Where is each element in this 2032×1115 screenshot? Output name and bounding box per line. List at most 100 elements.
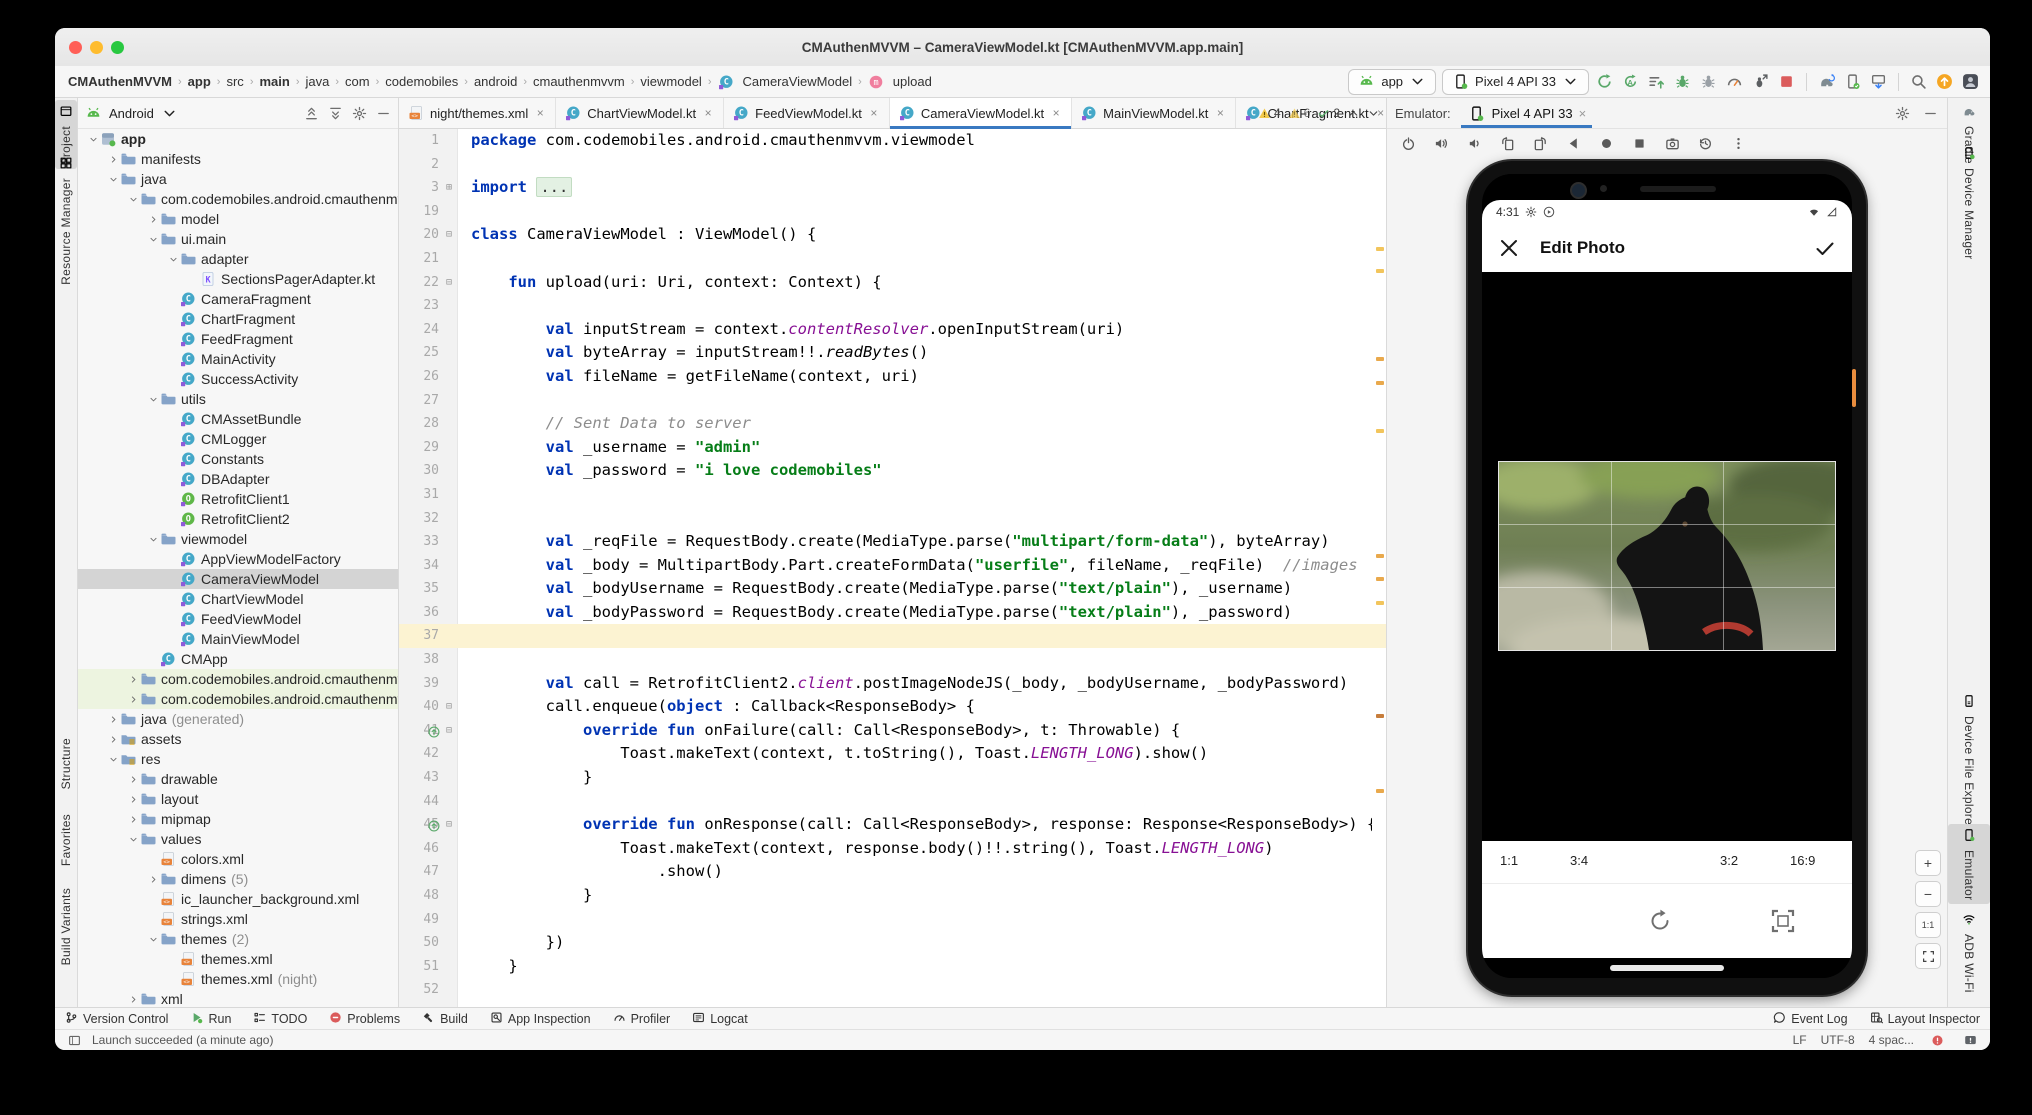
dog-photo-crop[interactable] <box>1499 462 1835 650</box>
override-marker-icon[interactable] <box>427 817 441 831</box>
tool-window-button-build[interactable]: Build <box>422 1011 468 1027</box>
chevron-right-icon[interactable] <box>126 692 140 706</box>
tree-item-adapter[interactable]: adapter <box>78 249 398 269</box>
override-marker-icon[interactable] <box>427 723 441 737</box>
inspections-widget[interactable]: 462 <box>1258 98 1380 128</box>
chevron-down-icon[interactable] <box>106 172 120 186</box>
close-tab-icon[interactable]: × <box>534 106 546 120</box>
aspect-ratio-16-9[interactable]: 16:9 <box>1790 853 1815 868</box>
tool-window-button-app-inspection[interactable]: App Inspection <box>490 1011 591 1027</box>
tree-item-cmapp[interactable]: CCMApp <box>78 649 398 669</box>
tool-stripe-resource-manager[interactable]: Resource Manager <box>55 152 77 289</box>
apply-changes-icon[interactable]: A <box>1621 72 1640 91</box>
ide-update-icon[interactable] <box>1935 72 1954 91</box>
tree-item-retrofitclient1[interactable]: ORetrofitClient1 <box>78 489 398 509</box>
breadcrumb-item[interactable]: viewmodel <box>637 73 704 90</box>
emulator-device-tab[interactable]: Pixel 4 API 33 × <box>1461 98 1593 128</box>
apply-code-changes-icon[interactable] <box>1647 72 1666 91</box>
tree-item-ui-main[interactable]: ui.main <box>78 229 398 249</box>
home-icon[interactable] <box>1597 134 1616 153</box>
crop-frame-icon[interactable] <box>1770 908 1796 934</box>
stop-icon[interactable] <box>1777 72 1796 91</box>
hide-panel-icon[interactable] <box>1921 104 1939 122</box>
tree-item-layout[interactable]: layout <box>78 789 398 809</box>
tree-item-colors-xml[interactable]: <>colors.xml <box>78 849 398 869</box>
breadcrumb-item[interactable]: android <box>471 73 520 90</box>
chevron-down-icon[interactable] <box>106 752 120 766</box>
tree-item-camerafragment[interactable]: CCameraFragment <box>78 289 398 309</box>
volume-up-icon[interactable] <box>1432 134 1451 153</box>
fold-marker-icon[interactable]: ⊟ <box>443 813 455 837</box>
tree-item-appviewmodelfactory[interactable]: CAppViewModelFactory <box>78 549 398 569</box>
chevron-right-icon[interactable] <box>146 212 160 226</box>
warnings-count[interactable]: 4 <box>1258 106 1281 120</box>
screenshot-icon[interactable] <box>1663 134 1682 153</box>
device-select[interactable]: Pixel 4 API 33 <box>1442 69 1589 95</box>
hide-panel-icon[interactable] <box>374 104 392 122</box>
rerun-icon[interactable] <box>1595 72 1614 91</box>
breadcrumb-item[interactable]: app <box>185 73 214 90</box>
breadcrumb-item[interactable]: com <box>342 73 373 90</box>
chevron-down-icon[interactable] <box>146 392 160 406</box>
tree-item-chartviewmodel[interactable]: CChartViewModel <box>78 589 398 609</box>
tool-window-button-run[interactable]: Run <box>190 1011 231 1027</box>
close-tab-icon[interactable]: × <box>1050 106 1062 120</box>
avatar-icon[interactable] <box>1961 72 1980 91</box>
breadcrumb-item[interactable]: main <box>256 73 292 90</box>
sync-gradle-icon[interactable] <box>1817 72 1836 91</box>
tool-window-button-logcat[interactable]: Logcat <box>692 1011 748 1027</box>
tree-item-themes-xml[interactable]: <>themes.xml <box>78 949 398 969</box>
editor-tab-night-themes-xml[interactable]: <>night/themes.xml× <box>399 98 556 128</box>
power-icon[interactable] <box>1399 134 1418 153</box>
tree-item-model[interactable]: model <box>78 209 398 229</box>
collapse-all-icon[interactable] <box>302 104 320 122</box>
close-tab-icon[interactable]: × <box>702 106 714 120</box>
tool-stripe-adb-wi-fi[interactable]: ADB Wi-Fi <box>1948 908 1990 997</box>
confirm-check-icon[interactable] <box>1814 237 1836 259</box>
chevron-down-icon[interactable] <box>146 232 160 246</box>
chevron-down-icon[interactable] <box>160 104 179 123</box>
breadcrumb-item[interactable]: CCameraViewModel <box>715 73 856 91</box>
editor-tab-feedviewmodel-kt[interactable]: CFeedViewModel.kt× <box>724 98 890 128</box>
home-indicator[interactable] <box>1610 965 1724 971</box>
breadcrumb-item[interactable]: java <box>303 73 333 90</box>
close-edit-icon[interactable] <box>1498 237 1520 259</box>
chevron-right-icon[interactable] <box>126 672 140 686</box>
code-area[interactable]: 1package com.codemobiles.android.cmauthe… <box>399 129 1386 1008</box>
tool-window-button-todo[interactable]: TODO <box>253 1011 307 1027</box>
close-window-button[interactable] <box>69 41 82 54</box>
close-tab-icon[interactable]: × <box>1214 106 1226 120</box>
close-icon[interactable]: × <box>1579 106 1587 121</box>
chevron-down-icon[interactable] <box>146 932 160 946</box>
minimize-window-button[interactable] <box>90 41 103 54</box>
chevron-right-icon[interactable] <box>126 992 140 1006</box>
status-widget-utf-8[interactable]: UTF-8 <box>1821 1033 1855 1047</box>
tree-item-themes[interactable]: themes(2) <box>78 929 398 949</box>
chevron-down-icon[interactable] <box>166 252 180 266</box>
tree-item-constants[interactable]: CConstants <box>78 449 398 469</box>
tree-item-themes-xml[interactable]: <>themes.xml(night) <box>78 969 398 989</box>
close-tab-icon[interactable]: × <box>868 106 880 120</box>
tree-item-ic-launcher-background-xml[interactable]: <>ic_launcher_background.xml <box>78 889 398 909</box>
breadcrumb-item[interactable]: src <box>223 73 246 90</box>
snapshots-icon[interactable] <box>1696 134 1715 153</box>
zoom-window-button[interactable] <box>111 41 124 54</box>
weak-warnings-count[interactable]: 6 <box>1288 106 1311 120</box>
tree-item-dbadapter[interactable]: CDBAdapter <box>78 469 398 489</box>
tree-item-assets[interactable]: assets <box>78 729 398 749</box>
tree-item-dimens[interactable]: dimens(5) <box>78 869 398 889</box>
breadcrumb-item[interactable]: CMAuthenMVVM <box>65 73 175 90</box>
chevron-right-icon[interactable] <box>106 712 120 726</box>
tree-item-java[interactable]: java <box>78 169 398 189</box>
debug-icon[interactable] <box>1673 72 1692 91</box>
tree-item-cmlogger[interactable]: CCMLogger <box>78 429 398 449</box>
tree-item-com-codemobiles-android-cmauthenmvvm[interactable]: com.codemobiles.android.cmauthenmvvm <box>78 689 398 709</box>
profile-debug-icon[interactable] <box>1751 72 1770 91</box>
tree-item-cmassetbundle[interactable]: CCMAssetBundle <box>78 409 398 429</box>
red-notification-icon[interactable] <box>1928 1031 1947 1050</box>
tree-item-values[interactable]: values <box>78 829 398 849</box>
rotate-right-icon[interactable] <box>1531 134 1550 153</box>
tree-item-retrofitclient2[interactable]: ORetrofitClient2 <box>78 509 398 529</box>
chevron-right-icon[interactable] <box>106 152 120 166</box>
chevron-right-icon[interactable] <box>126 792 140 806</box>
